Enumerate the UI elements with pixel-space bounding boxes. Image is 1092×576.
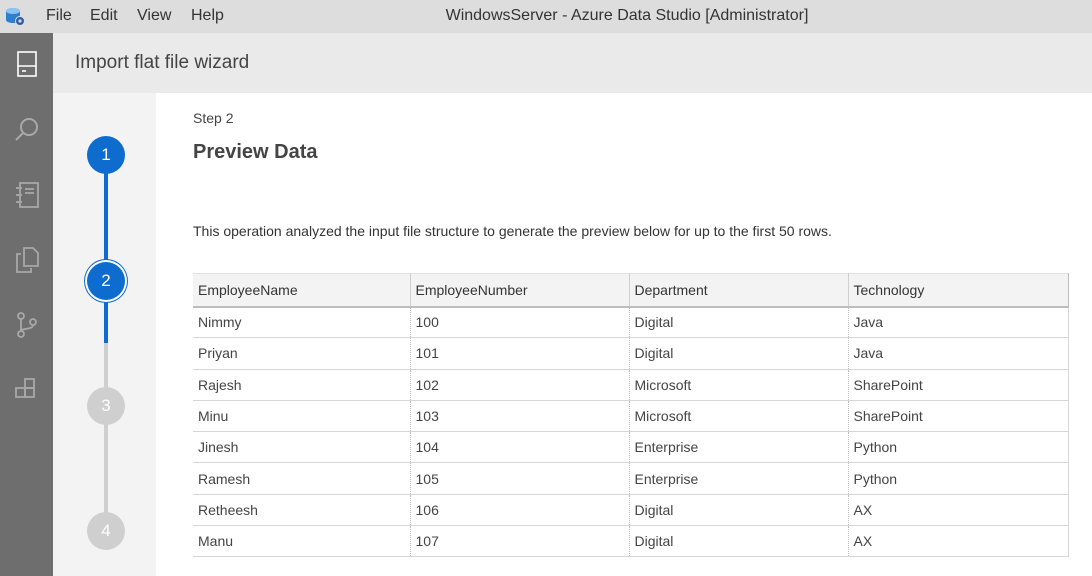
table-cell: Digital xyxy=(629,494,849,527)
table-cell: Microsoft xyxy=(629,369,849,401)
table-cell: Digital xyxy=(629,525,849,558)
search-icon[interactable] xyxy=(0,103,53,156)
table-cell: Ramesh xyxy=(193,462,411,495)
menu-edit[interactable]: Edit xyxy=(90,0,118,33)
column-header[interactable]: EmployeeNumber xyxy=(410,273,630,308)
table-cell: Digital xyxy=(629,337,849,370)
table-cell: 103 xyxy=(410,400,630,433)
table-cell: Java xyxy=(848,337,1069,370)
table-cell: AX xyxy=(848,494,1069,527)
table-cell: Rajesh xyxy=(193,369,411,401)
table-cell: 104 xyxy=(410,431,630,464)
column-header[interactable]: EmployeeName xyxy=(193,273,411,308)
azure-data-studio-logo xyxy=(6,8,25,26)
table-cell: Manu xyxy=(193,525,411,558)
table-cell: 107 xyxy=(410,525,630,558)
explorer-icon[interactable] xyxy=(0,233,53,286)
activity-bar xyxy=(0,33,53,576)
table-cell: Enterprise xyxy=(629,431,849,464)
step-1[interactable]: 1 xyxy=(87,136,125,174)
table-cell: Java xyxy=(848,306,1069,339)
step-connector-done xyxy=(104,155,108,343)
table-row[interactable]: Ramesh 105 Enterprise Python xyxy=(193,462,1069,495)
step-3[interactable]: 3 xyxy=(87,387,125,425)
table-cell: 100 xyxy=(410,306,630,339)
table-cell: Retheesh xyxy=(193,494,411,527)
table-cell: 102 xyxy=(410,369,630,401)
table-cell: Jinesh xyxy=(193,431,411,464)
preview-table: EmployeeName EmployeeNumber Department T… xyxy=(193,273,1069,558)
table-cell: Nimmy xyxy=(193,306,411,339)
table-cell: 105 xyxy=(410,462,630,495)
menu-help[interactable]: Help xyxy=(191,0,224,33)
menu-file[interactable]: File xyxy=(46,0,72,33)
table-cell: 101 xyxy=(410,337,630,370)
table-cell: Digital xyxy=(629,306,849,339)
table-row[interactable]: Retheesh 106 Digital AX xyxy=(193,494,1069,527)
extensions-icon[interactable] xyxy=(0,363,53,416)
dialog-header: Import flat file wizard xyxy=(53,33,1092,93)
page-title: Preview Data xyxy=(193,141,318,163)
column-header[interactable]: Department xyxy=(629,273,849,308)
source-control-icon[interactable] xyxy=(0,298,53,351)
dialog-title: Import flat file wizard xyxy=(75,52,250,73)
table-cell: Python xyxy=(848,431,1069,464)
table-header-row: EmployeeName EmployeeNumber Department T… xyxy=(193,273,1069,308)
table-cell: Priyan xyxy=(193,337,411,370)
table-row[interactable]: Nimmy 100 Digital Java xyxy=(193,306,1069,339)
servers-icon[interactable] xyxy=(0,37,53,90)
title-bar: File Edit View Help WindowsServer - Azur… xyxy=(0,0,1092,33)
table-cell: Microsoft xyxy=(629,400,849,433)
preview-description: This operation analyzed the input file s… xyxy=(193,223,832,239)
table-row[interactable]: Minu 103 Microsoft SharePoint xyxy=(193,400,1069,433)
table-row[interactable]: Rajesh 102 Microsoft SharePoint xyxy=(193,369,1069,401)
table-row[interactable]: Jinesh 104 Enterprise Python xyxy=(193,431,1069,464)
table-cell: 106 xyxy=(410,494,630,527)
menu-view[interactable]: View xyxy=(137,0,171,33)
table-row[interactable]: Priyan 101 Digital Java xyxy=(193,337,1069,370)
step-2[interactable]: 2 xyxy=(87,262,125,300)
table-cell: Minu xyxy=(193,400,411,433)
table-cell: Python xyxy=(848,462,1069,495)
column-header[interactable]: Technology xyxy=(848,273,1069,308)
step-4[interactable]: 4 xyxy=(87,512,125,550)
notebook-icon[interactable] xyxy=(0,168,53,221)
step-label: Step 2 xyxy=(193,110,234,126)
wizard-steps: 1 2 3 4 xyxy=(53,93,156,576)
table-row[interactable]: Manu 107 Digital AX xyxy=(193,525,1069,558)
table-cell: AX xyxy=(848,525,1069,558)
step-connector-pending xyxy=(104,343,108,531)
table-cell: Enterprise xyxy=(629,462,849,495)
table-cell: SharePoint xyxy=(848,400,1069,433)
table-cell: SharePoint xyxy=(848,369,1069,401)
